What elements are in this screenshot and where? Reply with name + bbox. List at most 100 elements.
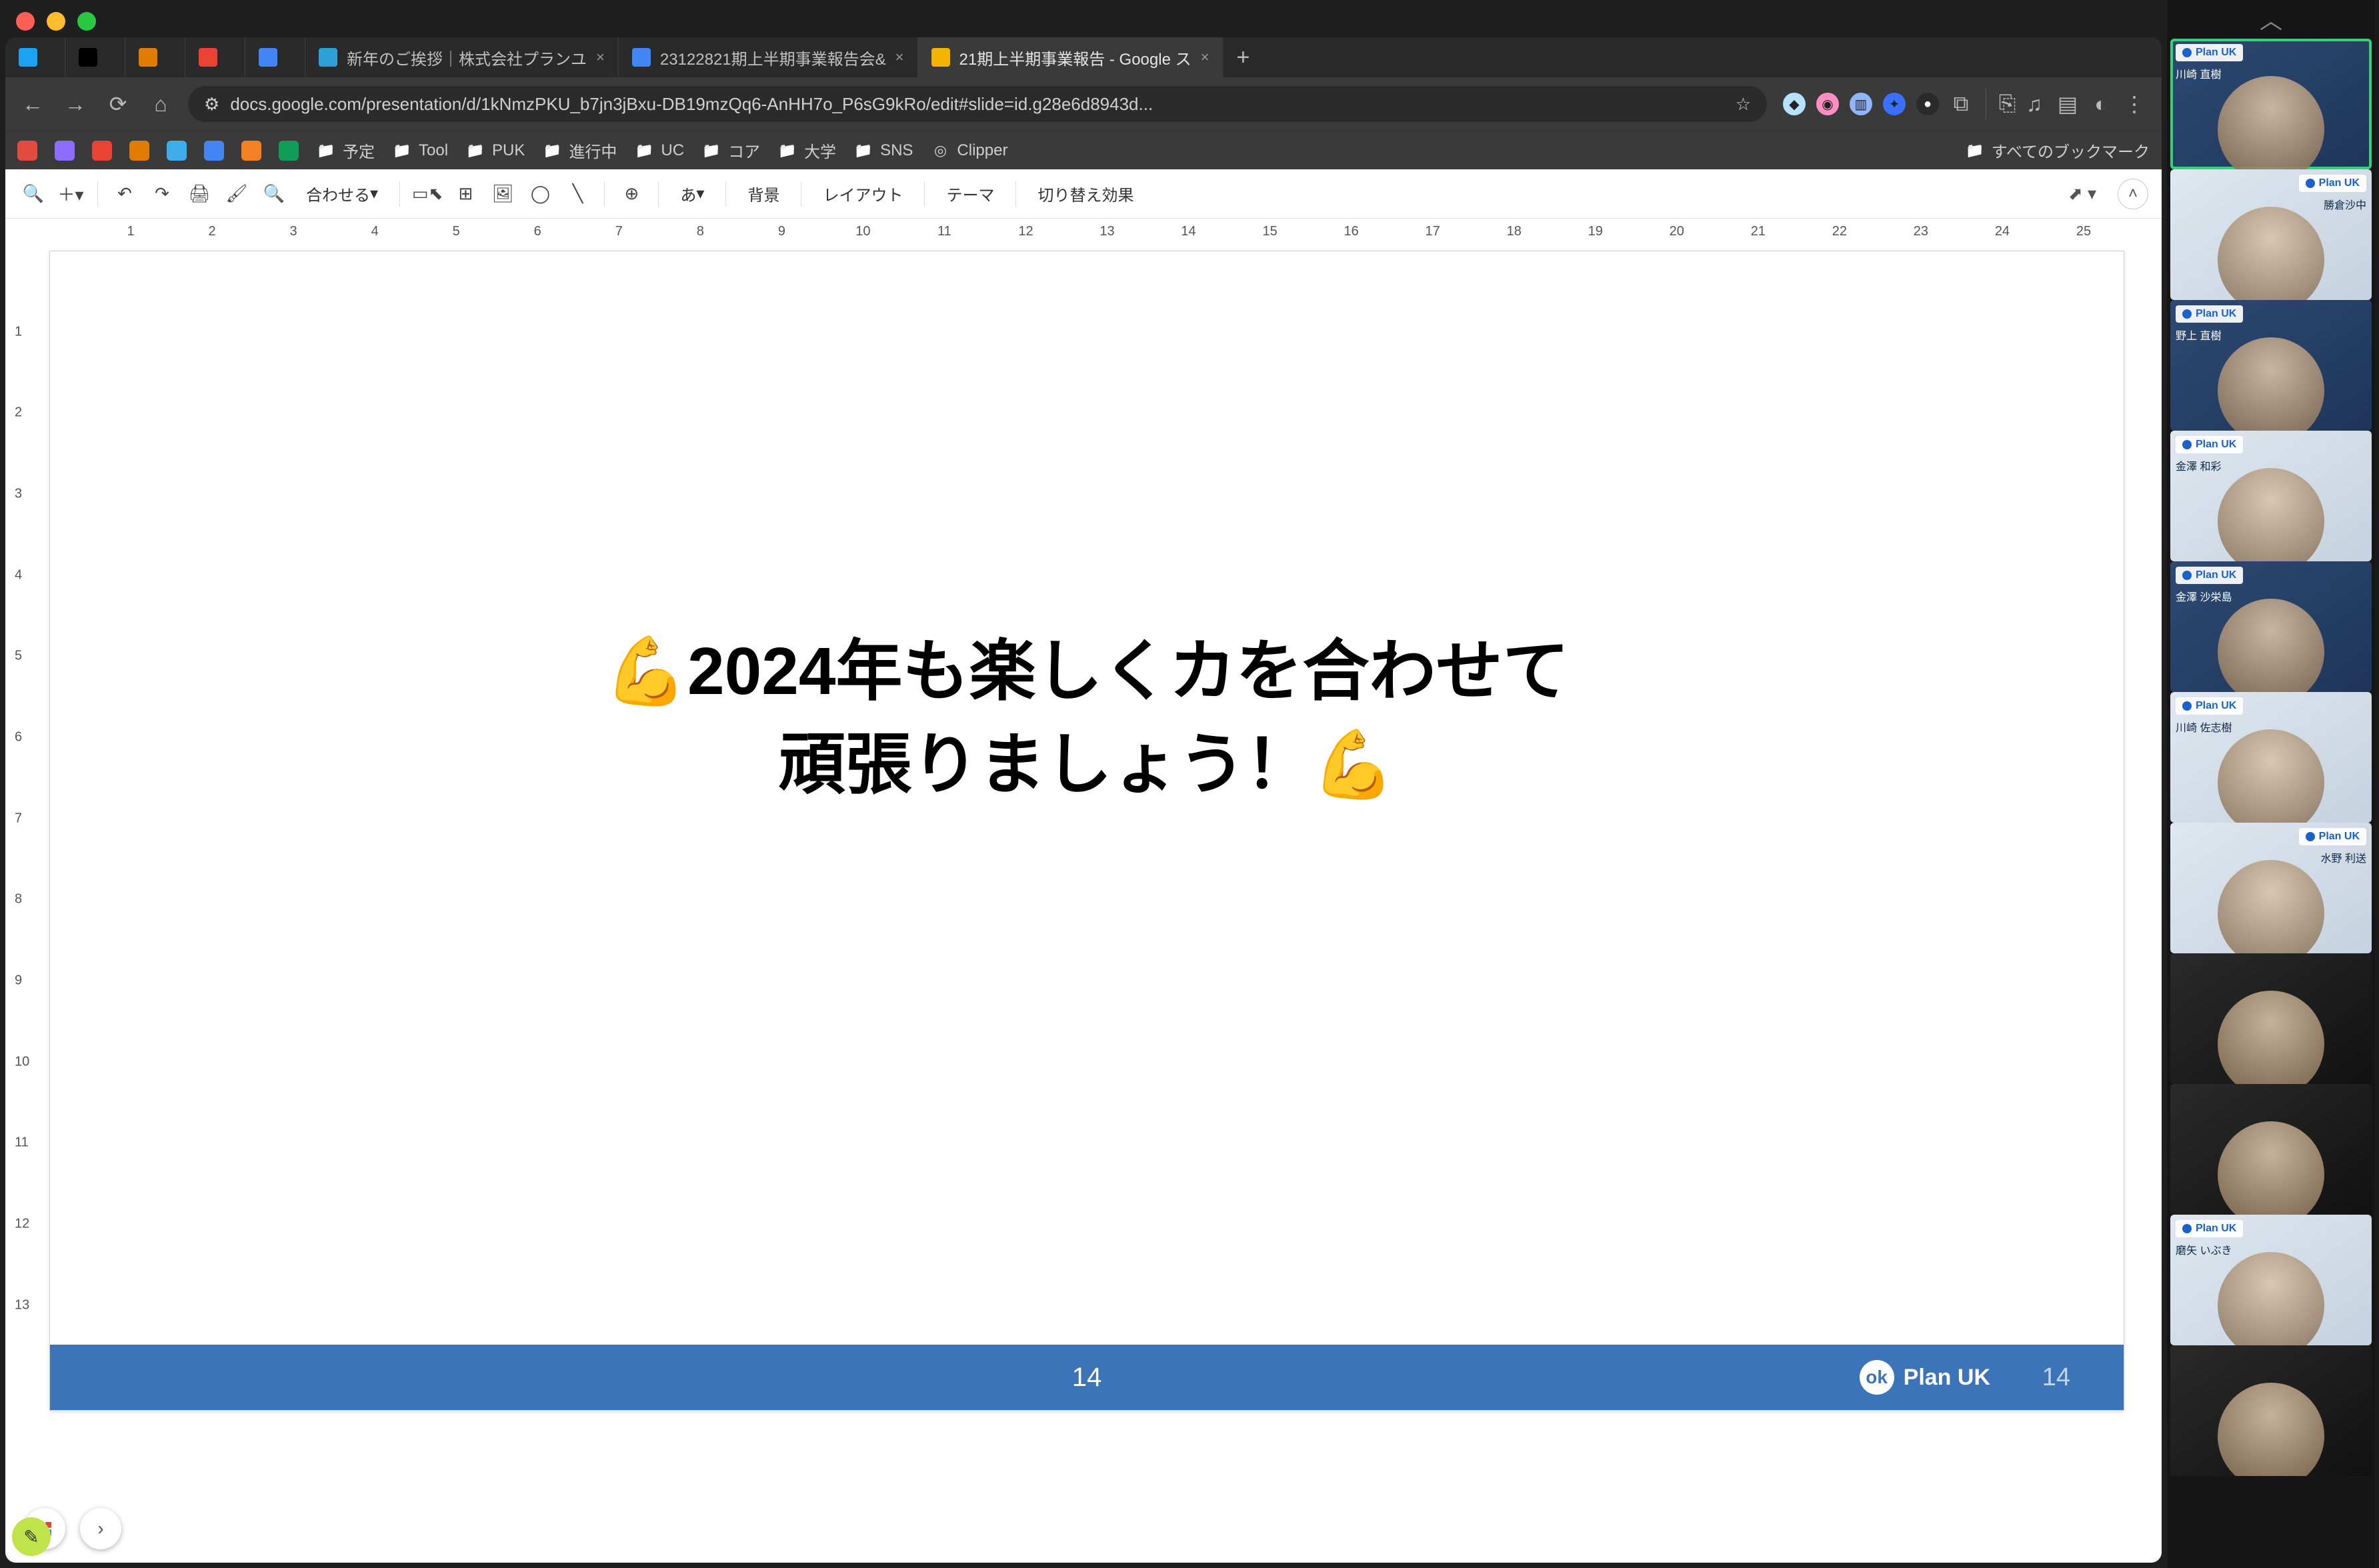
bookmark-大学[interactable]: 大学 [777,139,836,162]
extension-icon-3[interactable]: ▥ [1846,89,1876,119]
back-button[interactable]: ← [17,89,48,119]
transition-button[interactable]: 切り替え効果 [1028,179,1143,209]
slide[interactable]: 💪2024年も楽しくカを合わせて 頑張りましょう！💪 14 14 ok Plan… [49,251,2124,1411]
url-bar[interactable]: ⚙ docs.google.com/presentation/d/1kNmzPK… [188,86,1767,122]
search-menu-button[interactable]: 🔍 [19,179,48,209]
select-tool[interactable]: ▭⬉ [412,179,443,209]
home-button[interactable]: ⌂ [145,89,176,119]
participant-tile-5[interactable]: Plan UK川崎 佐志樹 [2170,692,2372,823]
next-slide-fab[interactable]: › [80,1508,121,1549]
slide-title-text[interactable]: 💪2024年も楽しくカを合わせて 頑張りましょう！💪 [50,625,2124,811]
music-icon[interactable]: ♫ [2019,89,2050,119]
extensions-menu-icon[interactable]: ⧉ [1946,89,1976,119]
browser-tab-4[interactable] [245,37,305,77]
bookmark-grid[interactable] [129,141,149,161]
input-lang-button[interactable]: あ ▾ [671,179,713,209]
browser-tab-6[interactable]: 23122821期上半期事業報告会&× [619,37,918,77]
redo-button[interactable]: ↷ [147,179,177,209]
bookmark-k[interactable] [167,141,187,161]
forward-button[interactable]: → [60,89,91,119]
bookmark-Clipper[interactable]: ◎Clipper [930,141,1007,161]
bookmark-cal[interactable] [204,141,224,161]
library-icon[interactable]: ▤ [2052,89,2083,119]
extension-icon-2[interactable]: ◉ [1812,89,1843,119]
minimize-window-dot[interactable] [47,12,65,31]
close-window-dot[interactable] [16,12,35,31]
tab-favicon [199,48,217,67]
bookmark-ai[interactable] [55,141,75,161]
pen-fab[interactable]: ✎ [12,1517,51,1556]
participant-tile-2[interactable]: Plan UK野上 直樹 [2170,300,2372,431]
zoom-button[interactable]: 🔍 [259,179,289,209]
ruler-tick: 20 [1670,224,1684,239]
bookmark-PUK[interactable]: PUK [465,141,525,161]
participant-tile-3[interactable]: Plan UK金澤 和彩 [2170,431,2372,561]
brand-dot-icon [2182,571,2192,580]
collapse-toolbar-button[interactable]: ˄ [2118,179,2148,209]
participant-avatar [2218,337,2324,431]
browser-tab-2[interactable] [125,37,185,77]
bookmark-予定[interactable]: 予定 [316,139,375,162]
extension-icon-1[interactable]: ◆ [1779,89,1810,119]
tab-close-icon[interactable]: × [895,49,904,66]
bookmark-drive[interactable] [279,141,299,161]
browser-tab-0[interactable] [5,37,65,77]
undo-button[interactable]: ↶ [110,179,139,209]
profile-icon[interactable]: ◐ [2086,89,2116,119]
horizontal-ruler: 1234567891011121314151617181920212223242… [5,219,2162,247]
bookmark-SNS[interactable]: SNS [853,141,913,161]
bookmark-gmail[interactable] [92,141,112,161]
bookmark-icon [167,141,187,161]
extension-icon-4[interactable]: ✦ [1879,89,1910,119]
bookmark-logo[interactable] [17,141,37,161]
tab-close-icon[interactable]: × [1201,49,1210,66]
tab-close-icon[interactable]: × [596,49,605,66]
browser-tab-3[interactable] [185,37,245,77]
ruler-tick: 22 [1832,224,1847,239]
chrome-menu-icon[interactable]: ⋮ [2119,89,2150,119]
shape-tool[interactable]: ◯ [525,179,555,209]
browser-tab-7[interactable]: 21期上半期事業報告 - Google ス × [918,37,1224,77]
participant-tile-4[interactable]: Plan UK金澤 沙栄島 [2170,561,2372,692]
new-tab-button[interactable]: + [1223,45,1263,71]
bookmark-Tool[interactable]: Tool [392,141,448,161]
participant-tile-1[interactable]: Plan UK勝倉沙中 [2170,169,2372,300]
participant-tile-10[interactable] [2170,1345,2372,1476]
theme-button[interactable]: テーマ [937,179,1003,209]
bookmark-star-icon[interactable]: ☆ [1736,94,1751,115]
window-controls [0,0,2167,37]
cast-icon[interactable]: ⎘ [1986,89,2016,119]
participant-tile-0[interactable]: Plan UK川崎 直樹 [2170,39,2372,169]
participant-tile-7[interactable] [2170,953,2372,1084]
paint-format-button[interactable]: 🖌 [222,179,251,209]
tab-title: 21期上半期事業報告 - Google ス [959,46,1192,69]
browser-tab-1[interactable] [65,37,125,77]
bookmark-icon [92,141,112,161]
background-button[interactable]: 背景 [738,179,789,209]
collapse-panel-button[interactable]: ︿ [2167,4,2375,33]
print-button[interactable]: 🖨 [185,179,214,209]
editing-mode-button[interactable]: ⬈ ▾ [2068,183,2096,204]
participant-tile-8[interactable] [2170,1084,2372,1215]
reload-button[interactable]: ⟳ [103,89,133,119]
line-tool[interactable]: ╲ [563,179,592,209]
bookmark-進行中[interactable]: 進行中 [542,139,617,162]
participant-tile-6[interactable]: Plan UK水野 利送 [2170,823,2372,953]
browser-tab-5[interactable]: 新年のご挨拶｜株式会社プランユ× [305,37,619,77]
textbox-tool[interactable]: ⊞ [451,179,480,209]
slide-canvas-area[interactable]: 12345678910111213 💪2024年も楽しくカを合わせて 頑張りまし… [5,247,2162,1563]
bookmark-UC[interactable]: UC [634,141,684,161]
participant-tile-9[interactable]: Plan UK磨矢 いぶき [2170,1215,2372,1345]
bookmark-st[interactable] [241,141,261,161]
zoom-fit-select[interactable]: 合わせる ▾ [297,179,387,209]
bookmark-コア[interactable]: コア [701,139,760,162]
site-info-icon[interactable]: ⚙ [204,94,219,115]
image-tool[interactable]: 🖼 [488,179,517,209]
extension-icon-5[interactable]: ● [1912,89,1943,119]
comment-button[interactable]: ⊕ [617,179,646,209]
new-slide-button[interactable]: ＋▾ [56,179,85,209]
bookmarks-overflow[interactable]: すべてのブックマーク [1965,139,2150,162]
maximize-window-dot[interactable] [77,12,96,31]
layout-button[interactable]: レイアウト [813,179,912,209]
bookmark-icon [55,141,75,161]
